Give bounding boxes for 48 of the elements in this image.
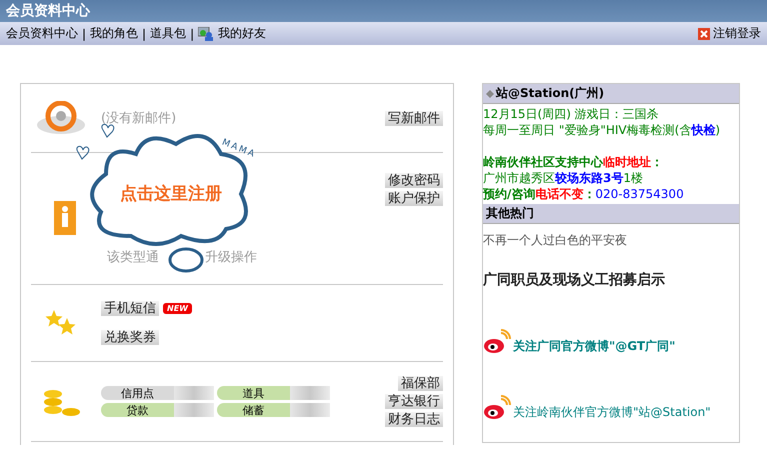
hot-link[interactable]: 不再一个人过白色的平安夜 xyxy=(483,232,739,249)
nav-separator: | xyxy=(142,26,146,40)
finance-label: 信用点 xyxy=(101,386,174,400)
blurred-value xyxy=(174,386,214,400)
account-button[interactable]: 修改密码 xyxy=(385,173,443,188)
station-notice: 岭南伙伴社区支持中心临时地址： xyxy=(483,154,664,170)
weibo-icon xyxy=(483,395,511,421)
nav-separator: | xyxy=(190,26,194,40)
account-note: 升级操作 xyxy=(205,249,257,266)
finance-button[interactable]: 福保部 xyxy=(398,376,443,391)
nav-link[interactable]: 会员资料中心 xyxy=(6,25,78,42)
account-button[interactable]: 账户保护 xyxy=(385,191,443,206)
weibo-link[interactable]: 关注广同官方微博"@GT广同" xyxy=(513,338,676,355)
nav-separator: | xyxy=(82,26,86,40)
nav-link[interactable]: 我的角色 xyxy=(90,25,138,42)
compose-button[interactable]: 写新邮件 xyxy=(385,110,443,126)
email-at-icon xyxy=(36,101,86,135)
new-badge: NEW xyxy=(163,303,192,314)
hearts-icon xyxy=(76,124,114,160)
diamond-icon xyxy=(486,90,494,98)
finance-label: 贷款 xyxy=(101,403,174,417)
blurred-value xyxy=(290,403,330,417)
blurred-value xyxy=(174,403,214,417)
station-title: 站@Station(广州) xyxy=(496,85,604,102)
close-icon xyxy=(698,28,710,40)
weibo-link[interactable]: 关注岭南伙伴官方微博"站@Station" xyxy=(513,404,711,421)
station-notice: 12月15日(周四) 游戏日：三国杀 xyxy=(483,106,660,122)
page-title: 会员资料中心 xyxy=(6,2,90,20)
mail-status: (没有新邮件) xyxy=(101,110,178,127)
finance-button[interactable]: 财务日志 xyxy=(385,412,443,427)
station-notice: 广州市越秀区较场东路3号1楼 xyxy=(483,170,644,186)
blurred-value xyxy=(290,386,330,400)
nav-link[interactable]: 我的好友 xyxy=(218,25,266,42)
sms-button[interactable]: 手机短信 xyxy=(101,301,159,316)
headline-link[interactable]: 广同职员及现场义工招募启示 xyxy=(483,271,739,289)
station-notice: 预约/咨询电话不变：020-83754300 xyxy=(483,186,685,202)
stars-icon xyxy=(45,309,77,337)
finance-label: 储蓄 xyxy=(217,403,290,417)
thought-bubble-icon xyxy=(168,248,204,272)
logout-link[interactable]: 注销登录 xyxy=(698,25,761,42)
station-notice: 每周一至周日 "爱验身"HIV梅毒检测(含快检) xyxy=(483,122,721,138)
weibo-icon xyxy=(483,329,511,355)
account-note: 该类型通 xyxy=(107,249,159,266)
hot-title: 其他热门 xyxy=(486,205,534,222)
voucher-button[interactable]: 兑换奖券 xyxy=(101,330,159,345)
finance-button[interactable]: 亨达银行 xyxy=(385,394,443,409)
finance-label: 道具 xyxy=(217,386,290,400)
nav-link[interactable]: 道具包 xyxy=(150,25,186,42)
